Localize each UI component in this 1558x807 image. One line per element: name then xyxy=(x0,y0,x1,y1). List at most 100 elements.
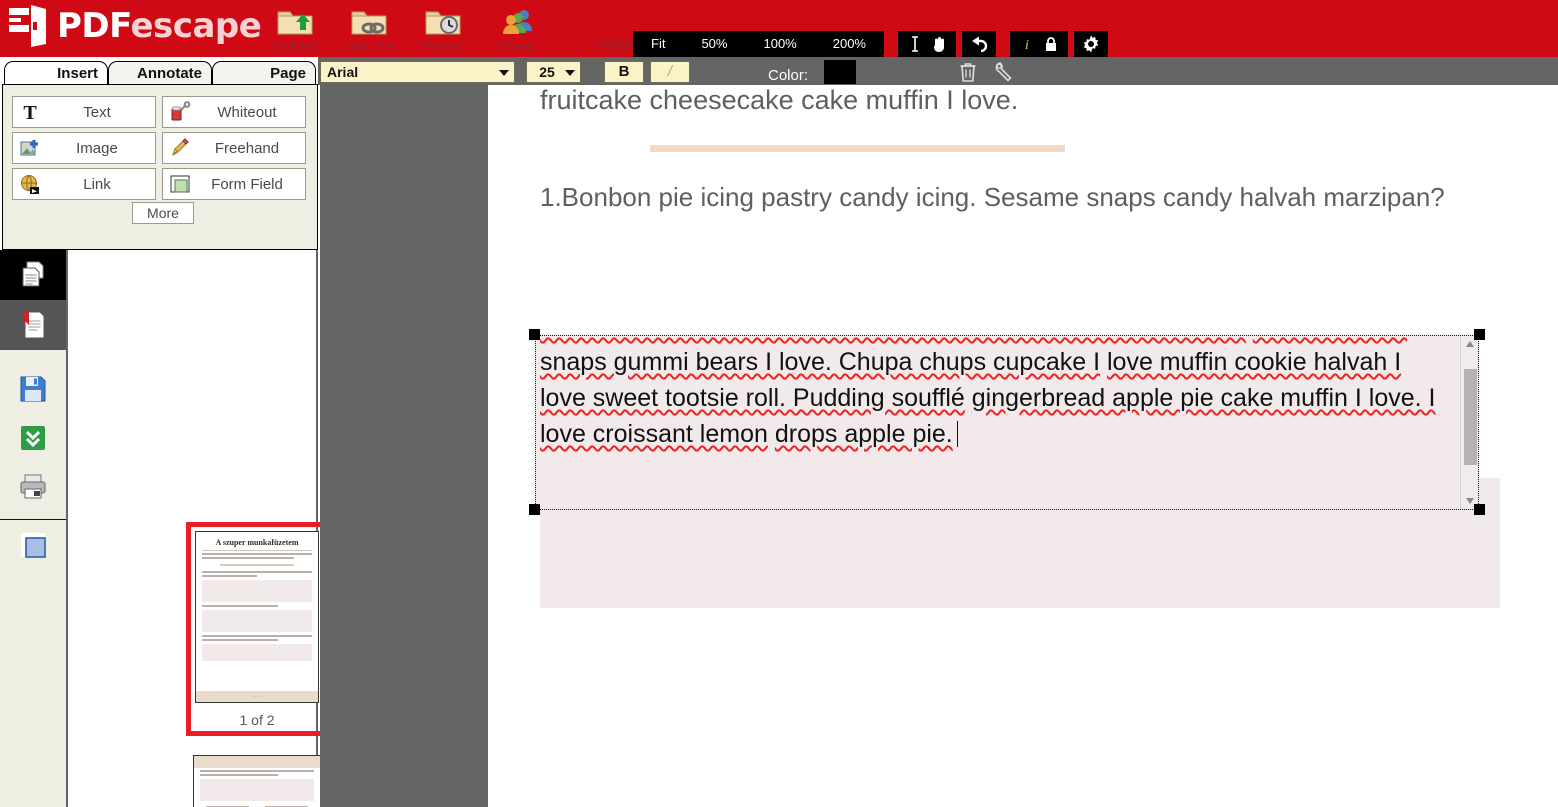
load-url-label: Load URL xyxy=(339,38,399,53)
resize-handle-bottom-right[interactable] xyxy=(1474,504,1485,515)
edit-line-1: I fruitcake fruitcake I love cake I love… xyxy=(540,336,1246,340)
tab-insert[interactable]: Insert xyxy=(4,61,108,85)
thumbnail-page-2[interactable]: ······· xyxy=(193,755,321,807)
tool-tabs: Page Annotate Insert xyxy=(0,57,318,85)
scrollbar-thumb[interactable] xyxy=(1464,369,1477,465)
upload-button[interactable]: Upload xyxy=(258,2,332,53)
color-swatch[interactable] xyxy=(824,60,856,84)
share-people-icon xyxy=(480,4,554,38)
mini-answer-box xyxy=(202,644,312,661)
mini-answer-box xyxy=(200,779,314,801)
info-icon[interactable]: i xyxy=(1017,34,1037,54)
rail-item-print[interactable] xyxy=(0,462,66,511)
trash-icon[interactable] xyxy=(956,61,980,83)
lock-icon[interactable] xyxy=(1041,34,1061,54)
recent-button[interactable]: Recent xyxy=(406,2,480,53)
mini-divider xyxy=(220,564,294,566)
mini-line xyxy=(202,635,312,637)
zoom-50-button[interactable]: 50% xyxy=(683,31,745,57)
insert-link-label: Link xyxy=(83,175,111,193)
thumbnail-panel: A szuper munkafüzetem ······· 1 of 2 xyxy=(68,250,328,807)
svg-text:T: T xyxy=(23,102,37,123)
pdfescape-logo-icon xyxy=(9,5,46,47)
edit-box-scrollbar[interactable] xyxy=(1460,336,1478,509)
insert-whiteout-label: Whiteout xyxy=(217,103,277,121)
pencil-icon xyxy=(163,137,197,159)
tab-page[interactable]: Page xyxy=(212,61,316,85)
text-select-icon[interactable] xyxy=(905,34,925,54)
insert-link-button[interactable]: Link xyxy=(12,168,156,200)
logo-pdf: PDF xyxy=(57,6,131,46)
thumbnail-page-1-title: A szuper munkafüzetem xyxy=(202,532,312,551)
document-divider-rule xyxy=(650,145,1065,152)
image-add-icon xyxy=(13,137,47,159)
form-field-icon xyxy=(163,173,197,195)
logo-escape: escape xyxy=(130,6,262,46)
mini-line xyxy=(202,571,312,573)
load-url-button[interactable]: Load URL xyxy=(332,2,406,53)
header-tool-list: Upload Load URL Recent Share xyxy=(258,2,554,53)
share-button[interactable]: Share xyxy=(480,2,554,53)
insert-form-field-button[interactable]: Form Field xyxy=(162,168,306,200)
hand-pan-icon[interactable] xyxy=(929,34,949,54)
insert-more-button[interactable]: More xyxy=(132,202,194,224)
chevron-up-icon xyxy=(1466,341,1474,347)
mini-header-band xyxy=(194,756,320,768)
insert-freehand-button[interactable]: Freehand xyxy=(162,132,306,164)
view-label: View xyxy=(597,35,634,54)
text-caret xyxy=(956,421,958,447)
recent-label: Recent xyxy=(422,38,464,53)
link-globe-icon xyxy=(13,173,47,195)
resize-handle-top-left[interactable] xyxy=(529,329,540,340)
undo-icon[interactable] xyxy=(969,34,989,54)
logo-wordmark: PDFescape xyxy=(57,4,262,48)
app-logo[interactable]: PDFescape xyxy=(8,4,262,48)
mini-line xyxy=(202,553,312,555)
insert-whiteout-button[interactable]: Whiteout xyxy=(162,96,306,128)
resize-handle-bottom-left[interactable] xyxy=(529,504,540,515)
pdfescape-app: PDFescape Upload Load URL Recent Share V… xyxy=(0,0,1558,807)
zoom-fit-button[interactable]: Fit xyxy=(633,31,683,57)
insert-freehand-label: Freehand xyxy=(214,139,280,157)
rail-item-bookmarks[interactable] xyxy=(0,300,66,350)
mini-answer-box xyxy=(202,610,312,632)
font-toolbar: Arial 25 B / Color: xyxy=(318,57,1558,85)
rail-item-download[interactable] xyxy=(0,413,66,462)
upload-label: Upload xyxy=(274,38,316,53)
color-label: Color: xyxy=(768,67,809,84)
active-text-edit-box[interactable]: I fruitcake fruitcake I love cake I love… xyxy=(535,335,1479,510)
zoom-100-button[interactable]: 100% xyxy=(745,31,814,57)
mini-line xyxy=(200,774,279,776)
print-icon xyxy=(20,474,46,498)
rail-item-pages[interactable] xyxy=(0,250,66,300)
font-size-select[interactable]: 25 xyxy=(526,61,581,83)
italic-button[interactable]: / xyxy=(650,61,690,83)
insert-image-button[interactable]: Image xyxy=(12,132,156,164)
font-family-value: Arial xyxy=(327,64,359,80)
chevron-down-icon xyxy=(499,70,509,76)
thumbnail-page-1-label: 1 of 2 xyxy=(239,712,275,728)
font-family-select[interactable]: Arial xyxy=(320,61,515,83)
edit-line-5: drops apple pie. xyxy=(774,420,953,448)
bold-button[interactable]: B xyxy=(604,61,644,83)
font-size-value: 25 xyxy=(539,64,555,80)
insert-text-button[interactable]: T Text xyxy=(12,96,156,128)
document-question-1: 1.Bonbon pie icing pastry candy icing. S… xyxy=(540,182,1445,212)
mini-line xyxy=(202,575,257,577)
rail-spacer xyxy=(0,350,66,364)
rail-item-layout[interactable] xyxy=(0,520,66,569)
pages-panel-icon xyxy=(22,261,44,287)
insert-image-label: Image xyxy=(76,139,118,157)
zoom-200-button[interactable]: 200% xyxy=(815,31,884,57)
edit-box-text[interactable]: I fruitcake fruitcake I love cake I love… xyxy=(540,336,1440,452)
tab-annotate[interactable]: Annotate xyxy=(108,61,212,85)
link-folder-icon xyxy=(332,4,406,38)
settings-gear-icon[interactable] xyxy=(1081,34,1101,54)
app-header: PDFescape Upload Load URL Recent Share V… xyxy=(0,0,1558,57)
wrench-icon[interactable] xyxy=(993,61,1017,83)
rail-item-save[interactable] xyxy=(0,364,66,413)
thumbnail-page-1[interactable]: A szuper munkafüzetem ······· xyxy=(195,531,319,703)
resize-handle-top-right[interactable] xyxy=(1474,329,1485,340)
insert-button-grid: T Text Whiteout Image Freehand Link Form… xyxy=(12,96,306,200)
mini-footer-text: ······· xyxy=(252,694,262,699)
